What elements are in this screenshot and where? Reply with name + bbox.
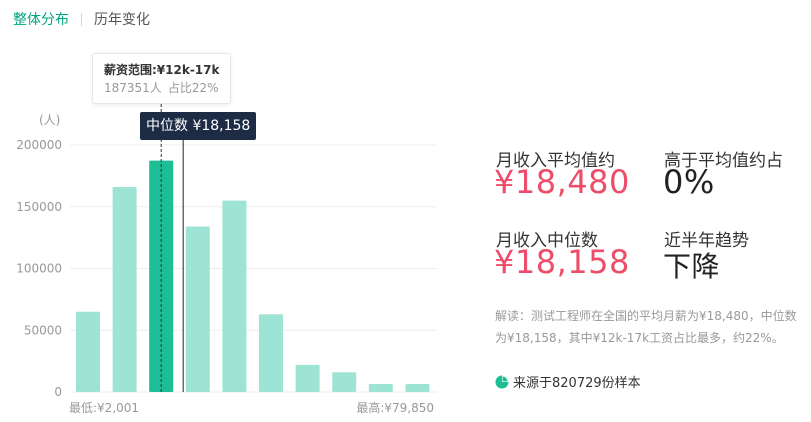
x-max-label: 最高:¥79,850 <box>356 400 434 415</box>
tooltip-share: 占比22% <box>167 81 219 95</box>
pie-icon <box>495 375 509 388</box>
chart-bars <box>76 160 430 392</box>
y-tick-label: 0 <box>54 385 62 399</box>
y-tick-label: 100000 <box>16 262 62 276</box>
median-marker-label: 中位数 ¥18,158 <box>140 112 257 140</box>
histogram-bar <box>259 314 283 392</box>
histogram-bar <box>405 383 430 392</box>
x-min-label: 最低:¥2,001 <box>69 401 139 415</box>
salary-distribution-chart: 200000 150000 100000 50000 0 (人) 最低:¥2,001 最高:¥… <box>16 74 437 415</box>
sample-source: 来源于820729份样本 <box>495 372 641 391</box>
median-income-value: ¥18,158 <box>494 243 630 281</box>
histogram-bar <box>222 200 247 392</box>
average-income-value: ¥18,480 <box>494 163 630 201</box>
histogram-bar <box>185 226 210 392</box>
half-year-trend-value: 下降 <box>663 250 721 283</box>
histogram-bar <box>332 372 357 392</box>
histogram-bar <box>368 383 393 392</box>
histogram-bar <box>295 364 320 392</box>
sample-source-text: 来源于820729份样本 <box>513 376 641 391</box>
tooltip-details: 187351人 占比22% <box>104 79 219 97</box>
tooltip-salary-range: 薪资范围:¥12k-17k <box>104 63 220 77</box>
y-tick-label: 150000 <box>16 200 62 214</box>
histogram-bar <box>112 186 137 392</box>
y-tick-label: 50000 <box>24 323 62 337</box>
histogram-bar <box>76 311 100 392</box>
y-tick-label: 200000 <box>16 138 62 152</box>
y-axis-label: (人) <box>39 113 60 127</box>
above-average-value: 0% <box>663 163 715 201</box>
tooltip-count: 187351人 <box>104 81 162 95</box>
bar-tooltip: 薪资范围:¥12k-17k 187351人 占比22% <box>92 53 231 104</box>
interpretation-note: 解读：测试工程师在全国的平均月薪为¥18,480，中位数为¥18,158，其中¥… <box>495 309 797 345</box>
